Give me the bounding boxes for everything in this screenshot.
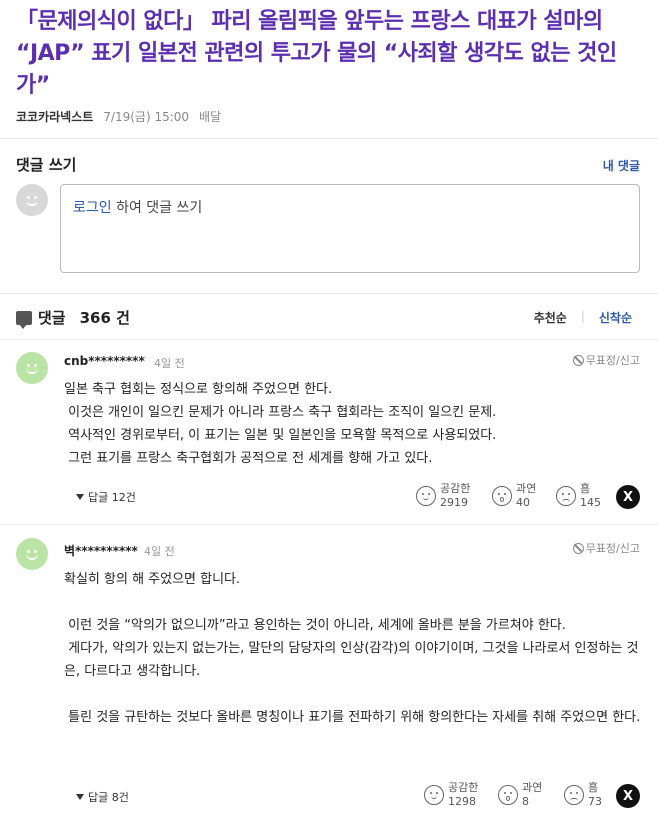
comment-time: 4일 전 <box>154 357 185 370</box>
my-comments-link[interactable]: 내 댓글 <box>603 157 640 174</box>
agree-label: 공감한 <box>448 781 479 794</box>
divider <box>0 293 658 294</box>
sort-newest-button[interactable]: 신착순 <box>599 309 632 326</box>
report-label: 무표정/신고 <box>585 542 640 555</box>
report-button[interactable]: 무표정/신고 <box>572 540 640 556</box>
divider <box>0 524 658 525</box>
hmm-count: 145 <box>580 496 601 509</box>
sad-icon <box>564 785 584 805</box>
comment-author[interactable]: cnb********* <box>64 354 145 368</box>
publish-time: 7/19(금) 15:00 <box>103 110 190 124</box>
avatar-icon <box>16 184 48 216</box>
surprised-icon <box>498 785 518 805</box>
sort-options: 추천순 | 신착순 <box>534 309 632 326</box>
smile-icon <box>424 785 444 805</box>
hmm-label: 흠 <box>588 781 599 794</box>
distribution-label: 배달 <box>199 110 222 124</box>
comment-time: 4일 전 <box>144 545 175 558</box>
comment-body: 확실히 항의 해 주었으면 합니다. 이런 것을 “악의가 없으니까”라고 용인… <box>64 572 641 725</box>
publisher-name[interactable]: 코코카라넥스트 <box>16 108 93 125</box>
article-title: 「문제의식이 없다」 파리 올림픽을 앞두는 프랑스 대표가 설마의 “JAP”… <box>16 9 617 98</box>
report-label: 무표정/신고 <box>585 354 640 367</box>
replies-toggle[interactable]: 답글 12건 <box>76 489 136 505</box>
replies-label: 답글 8건 <box>88 791 129 804</box>
wow-reaction-button[interactable]: 과연 8 <box>498 781 542 809</box>
avatar-icon <box>16 352 48 384</box>
wow-label: 과연 <box>516 482 537 495</box>
hmm-count: 73 <box>588 795 602 808</box>
ban-icon <box>572 354 584 366</box>
caret-down-icon <box>76 794 84 800</box>
surprised-icon <box>492 486 512 506</box>
agree-count: 1298 <box>448 795 476 808</box>
hmm-label: 흠 <box>580 482 591 495</box>
divider: | <box>580 309 585 323</box>
comment-author[interactable]: 벽********** <box>64 542 138 559</box>
comment-count: 댓글 366 건 <box>16 307 130 329</box>
divider <box>0 339 658 340</box>
comment-input[interactable]: 로그인 하여 댓글 쓰기 <box>60 184 640 273</box>
share-x-button[interactable]: X <box>616 784 640 808</box>
replies-label: 답글 12건 <box>88 491 136 504</box>
avatar-icon <box>16 538 48 570</box>
ban-icon <box>572 542 584 554</box>
login-link[interactable]: 로그인 <box>73 200 112 216</box>
agree-reaction-button[interactable]: 공감한 2919 <box>416 482 470 510</box>
smile-icon <box>416 486 436 506</box>
wow-reaction-button[interactable]: 과연 40 <box>492 482 536 510</box>
comment-count-value: 366 건 <box>79 309 130 327</box>
replies-toggle[interactable]: 답글 8건 <box>76 789 129 805</box>
comment-write-title: 댓글 쓰기 <box>16 156 77 174</box>
hmm-reaction-button[interactable]: 흠 145 <box>556 482 601 510</box>
divider <box>0 138 658 139</box>
wow-label: 과연 <box>522 781 543 794</box>
report-button[interactable]: 무표정/신고 <box>572 352 640 368</box>
agree-count: 2919 <box>440 496 468 509</box>
comment-icon <box>16 310 32 329</box>
sort-recommended-button[interactable]: 추천순 <box>534 309 567 326</box>
wow-count: 8 <box>522 795 529 808</box>
comment-body: 일본 축구 협회는 정식으로 항의해 주었으면 한다. 이것은 개인이 일으킨 … <box>64 382 497 466</box>
wow-count: 40 <box>516 496 530 509</box>
hmm-reaction-button[interactable]: 흠 73 <box>564 781 602 809</box>
agree-reaction-button[interactable]: 공감한 1298 <box>424 781 478 809</box>
share-x-button[interactable]: X <box>616 485 640 509</box>
article-meta: 코코카라넥스트 7/19(금) 15:00 배달 <box>16 108 221 125</box>
comment-count-label: 댓글 <box>38 309 66 327</box>
sad-icon <box>556 486 576 506</box>
caret-down-icon <box>76 494 84 500</box>
agree-label: 공감한 <box>440 482 471 495</box>
comment-input-placeholder: 하여 댓글 쓰기 <box>111 200 203 216</box>
